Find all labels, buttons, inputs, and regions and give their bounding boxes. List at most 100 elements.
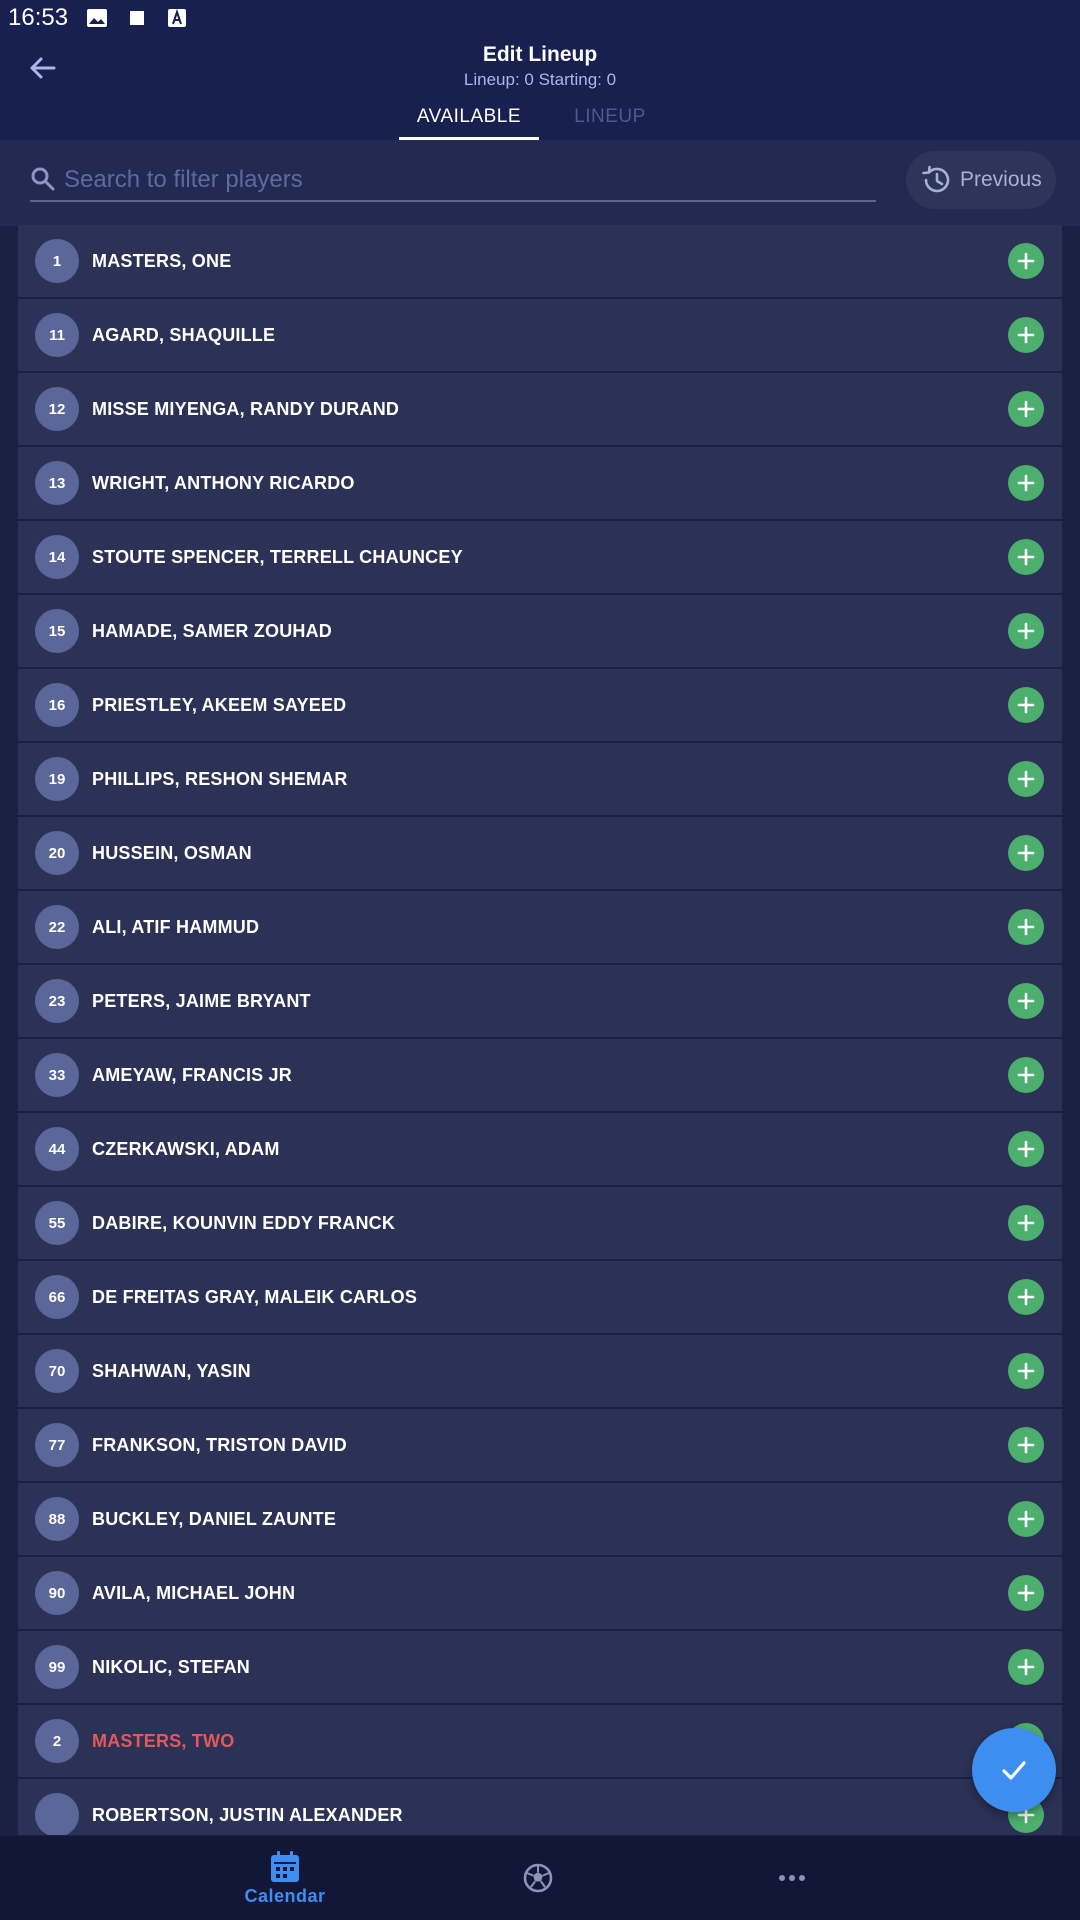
- player-row[interactable]: 44 CZERKAWSKI, ADAM: [18, 1113, 1062, 1185]
- image-icon: [86, 7, 108, 29]
- add-player-button[interactable]: [1008, 1575, 1044, 1611]
- player-row[interactable]: 70 SHAHWAN, YASIN: [18, 1335, 1062, 1407]
- jersey-number-badge: 11: [35, 313, 79, 357]
- status-bar: 16:53: [0, 0, 1080, 36]
- player-row[interactable]: 77 FRANKSON, TRISTON DAVID: [18, 1409, 1062, 1481]
- player-name: NIKOLIC, STEFAN: [92, 1657, 251, 1677]
- nav-more[interactable]: [742, 1836, 842, 1920]
- jersey-number-badge: 88: [35, 1497, 79, 1541]
- player-name: STOUTE SPENCER, TERRELL CHAUNCEY: [92, 547, 463, 567]
- add-player-button[interactable]: [1008, 1057, 1044, 1093]
- add-player-button[interactable]: [1008, 391, 1044, 427]
- previous-button[interactable]: Previous: [906, 151, 1056, 209]
- add-player-button[interactable]: [1008, 317, 1044, 353]
- jersey-number-badge: 14: [35, 535, 79, 579]
- player-list: 1 MASTERS, ONE 11 AGARD, SHAQUILLE 12 MISSE M…: [16, 225, 1064, 1835]
- jersey-number-badge: 16: [35, 683, 79, 727]
- jersey-number-badge: 12: [35, 387, 79, 431]
- player-row[interactable]: 13 WRIGHT, ANTHONY RICARDO: [18, 447, 1062, 519]
- player-name: PHILLIPS, RESHON SHEMAR: [92, 769, 348, 789]
- search-input[interactable]: [62, 160, 866, 200]
- plus-icon: [1017, 696, 1035, 714]
- add-player-button[interactable]: [1008, 687, 1044, 723]
- jersey-number-badge: 15: [35, 609, 79, 653]
- player-row[interactable]: 23 PETERS, JAIME BRYANT: [18, 965, 1062, 1037]
- add-player-button[interactable]: [1008, 983, 1044, 1019]
- app-a-icon: [166, 7, 188, 29]
- jersey-number-badge: 23: [35, 979, 79, 1023]
- add-player-button[interactable]: [1008, 243, 1044, 279]
- jersey-number-badge: 33: [35, 1053, 79, 1097]
- player-row[interactable]: 1 MASTERS, ONE: [18, 225, 1062, 297]
- add-player-button[interactable]: [1008, 835, 1044, 871]
- jersey-number-badge: 1: [35, 239, 79, 283]
- calendar-icon: [271, 1850, 299, 1882]
- search-icon: [31, 167, 55, 191]
- player-name: MASTERS, TWO: [92, 1731, 235, 1751]
- player-row[interactable]: 55 DABIRE, KOUNVIN EDDY FRANCK: [18, 1187, 1062, 1259]
- player-name: SHAHWAN, YASIN: [92, 1361, 251, 1381]
- confirm-button[interactable]: [972, 1728, 1056, 1812]
- add-player-button[interactable]: [1008, 465, 1044, 501]
- add-player-button[interactable]: [1008, 613, 1044, 649]
- player-row[interactable]: 12 MISSE MIYENGA, RANDY DURAND: [18, 373, 1062, 445]
- jersey-number-badge: 20: [35, 831, 79, 875]
- jersey-number-badge: 90: [35, 1571, 79, 1615]
- player-row[interactable]: 19 PHILLIPS, RESHON SHEMAR: [18, 743, 1062, 815]
- plus-icon: [1017, 1658, 1035, 1676]
- player-name: PRIESTLEY, AKEEM SAYEED: [92, 695, 347, 715]
- tab-lineup[interactable]: LINEUP: [560, 106, 660, 140]
- player-row[interactable]: 88 BUCKLEY, DANIEL ZAUNTE: [18, 1483, 1062, 1555]
- player-name: PETERS, JAIME BRYANT: [92, 991, 311, 1011]
- plus-icon: [1017, 1066, 1035, 1084]
- player-name: BUCKLEY, DANIEL ZAUNTE: [92, 1509, 337, 1529]
- player-row[interactable]: 20 HUSSEIN, OSMAN: [18, 817, 1062, 889]
- player-name: CZERKAWSKI, ADAM: [92, 1139, 280, 1159]
- add-player-button[interactable]: [1008, 909, 1044, 945]
- player-row[interactable]: 11 AGARD, SHAQUILLE: [18, 299, 1062, 371]
- player-name: HAMADE, SAMER ZOUHAD: [92, 621, 332, 641]
- add-player-button[interactable]: [1008, 1205, 1044, 1241]
- add-player-button[interactable]: [1008, 1427, 1044, 1463]
- player-row[interactable]: 90 AVILA, MICHAEL JOHN: [18, 1557, 1062, 1629]
- plus-icon: [1017, 844, 1035, 862]
- jersey-number-badge: [35, 1793, 79, 1835]
- lineup-summary: Lineup: 0 Starting: 0: [463, 70, 617, 89]
- nav-team[interactable]: [488, 1836, 588, 1920]
- plus-icon: [1017, 992, 1035, 1010]
- player-name: AGARD, SHAQUILLE: [92, 325, 276, 345]
- player-name: FRANKSON, TRISTON DAVID: [92, 1435, 347, 1455]
- jersey-number-badge: 99: [35, 1645, 79, 1689]
- player-row[interactable]: 14 STOUTE SPENCER, TERRELL CHAUNCEY: [18, 521, 1062, 593]
- player-row[interactable]: 22 ALI, ATIF HAMMUD: [18, 891, 1062, 963]
- add-player-button[interactable]: [1008, 539, 1044, 575]
- plus-icon: [1017, 1140, 1035, 1158]
- add-player-button[interactable]: [1008, 1649, 1044, 1685]
- player-row[interactable]: 16 PRIESTLEY, AKEEM SAYEED: [18, 669, 1062, 741]
- jersey-number-badge: 2: [35, 1719, 79, 1763]
- player-name: HUSSEIN, OSMAN: [92, 843, 252, 863]
- nav-calendar[interactable]: Calendar: [205, 1836, 365, 1920]
- tab-available[interactable]: AVAILABLE: [399, 106, 539, 140]
- page-title: Edit Lineup: [482, 43, 598, 66]
- square-icon: [126, 7, 148, 29]
- add-player-button[interactable]: [1008, 1501, 1044, 1537]
- search-field: [30, 160, 876, 202]
- add-player-button[interactable]: [1008, 1131, 1044, 1167]
- jersey-number-badge: 55: [35, 1201, 79, 1245]
- player-row[interactable]: 2 MASTERS, TWO: [18, 1705, 1062, 1777]
- add-player-button[interactable]: [1008, 1353, 1044, 1389]
- plus-icon: [1017, 326, 1035, 344]
- player-row[interactable]: 15 HAMADE, SAMER ZOUHAD: [18, 595, 1062, 667]
- player-row[interactable]: ROBERTSON, JUSTIN ALEXANDER: [18, 1779, 1062, 1835]
- player-name: ROBERTSON, JUSTIN ALEXANDER: [92, 1805, 403, 1825]
- soccer-ball-icon: [523, 1863, 553, 1893]
- player-name: MASTERS, ONE: [92, 251, 232, 271]
- add-player-button[interactable]: [1008, 761, 1044, 797]
- player-name: AMEYAW, FRANCIS JR: [92, 1065, 292, 1085]
- plus-icon: [1017, 252, 1035, 270]
- player-row[interactable]: 99 NIKOLIC, STEFAN: [18, 1631, 1062, 1703]
- player-row[interactable]: 33 AMEYAW, FRANCIS JR: [18, 1039, 1062, 1111]
- player-row[interactable]: 66 DE FREITAS GRAY, MALEIK CARLOS: [18, 1261, 1062, 1333]
- add-player-button[interactable]: [1008, 1279, 1044, 1315]
